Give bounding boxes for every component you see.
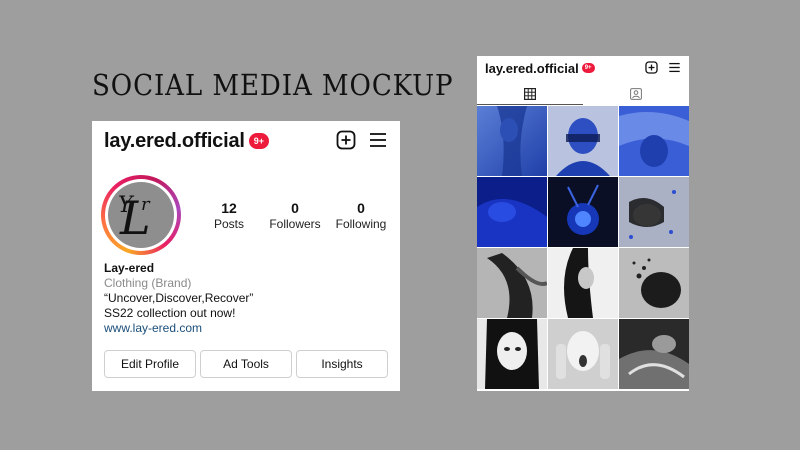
new-post-icon[interactable] bbox=[645, 61, 658, 79]
post-thumbnail[interactable] bbox=[619, 248, 689, 318]
stat-label: Following bbox=[335, 217, 387, 231]
notification-badge[interactable]: 9+ bbox=[581, 63, 595, 73]
post-thumbnail[interactable] bbox=[477, 106, 547, 176]
profile-tabs bbox=[477, 83, 689, 105]
menu-icon[interactable] bbox=[368, 130, 388, 150]
profile-actions: Edit Profile Ad Tools Insights bbox=[104, 350, 388, 378]
insights-button[interactable]: Insights bbox=[296, 350, 388, 378]
tab-grid[interactable] bbox=[477, 83, 583, 105]
avatar-monogram: L r Y bbox=[118, 191, 151, 245]
post-thumbnail[interactable] bbox=[619, 319, 689, 389]
tagged-icon bbox=[630, 88, 642, 100]
phone-header: lay.ered.official 9+ bbox=[485, 59, 681, 77]
bio: Lay-ered Clothing (Brand) “Uncover,Disco… bbox=[104, 261, 253, 336]
post-grid bbox=[477, 106, 689, 389]
new-post-icon[interactable] bbox=[336, 130, 356, 150]
menu-icon[interactable] bbox=[668, 61, 681, 79]
mockup-title: SOCIAL MEDIA MOCKUP bbox=[92, 68, 454, 102]
profile-header: lay.ered.official 9+ bbox=[104, 128, 388, 154]
avatar-story-ring[interactable]: L r Y bbox=[101, 175, 181, 255]
stat-value: 0 bbox=[357, 200, 365, 216]
post-thumbnail[interactable] bbox=[477, 177, 547, 247]
post-thumbnail[interactable] bbox=[619, 106, 689, 176]
grid-icon bbox=[524, 88, 536, 100]
active-tab-indicator bbox=[477, 104, 583, 105]
bio-name: Lay-ered bbox=[104, 261, 155, 275]
ad-tools-button[interactable]: Ad Tools bbox=[200, 350, 292, 378]
svg-text:Y: Y bbox=[118, 193, 135, 218]
post-thumbnail[interactable] bbox=[477, 248, 547, 318]
svg-text:r: r bbox=[141, 194, 151, 215]
avatar: L r Y bbox=[108, 182, 174, 248]
post-thumbnail[interactable] bbox=[548, 319, 618, 389]
post-thumbnail[interactable] bbox=[548, 177, 618, 247]
profile-username[interactable]: lay.ered.official bbox=[104, 130, 245, 153]
stat-following[interactable]: 0 Following bbox=[321, 200, 401, 232]
bio-category: Clothing (Brand) bbox=[104, 276, 192, 290]
bio-line: SS22 collection out now! bbox=[104, 306, 236, 320]
post-thumbnail[interactable] bbox=[619, 177, 689, 247]
phone-username[interactable]: lay.ered.official bbox=[485, 61, 579, 76]
notification-badge[interactable]: 9+ bbox=[248, 133, 269, 149]
phone-grid-mockup: lay.ered.official 9+ bbox=[477, 56, 689, 391]
edit-profile-button[interactable]: Edit Profile bbox=[104, 350, 196, 378]
bio-line: “Uncover,Discover,Recover” bbox=[104, 291, 254, 305]
profile-card: lay.ered.official 9+ L r Y 12 Posts 0 Fo… bbox=[92, 121, 400, 391]
post-thumbnail[interactable] bbox=[548, 248, 618, 318]
bio-link[interactable]: www.lay-ered.com bbox=[104, 321, 253, 336]
post-thumbnail[interactable] bbox=[477, 319, 547, 389]
post-thumbnail[interactable] bbox=[548, 106, 618, 176]
tab-tagged[interactable] bbox=[583, 83, 689, 105]
